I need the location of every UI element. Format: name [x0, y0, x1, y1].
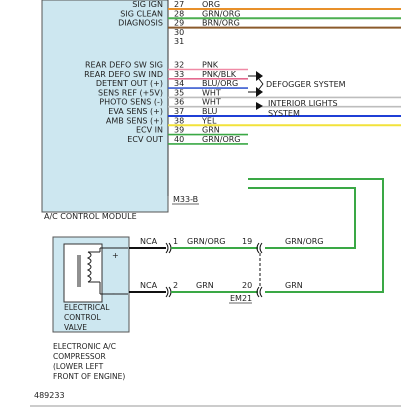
valve-label-1: ELECTRICAL	[64, 303, 110, 312]
module-pin-row: AMB SENS (+) 38 YEL	[106, 116, 401, 127]
pin-number: 40	[174, 135, 184, 144]
junction-connector-em21	[256, 242, 263, 298]
nca-label-1: NCA	[140, 237, 158, 246]
pin-function-label: PHOTO SENS (-)	[99, 98, 163, 107]
valve-plus-sign: +	[112, 251, 119, 260]
pin-number: 29	[174, 19, 184, 28]
compressor-name-3: (LOWER LEFT	[53, 362, 104, 371]
pin-function-label: SIG IGN	[132, 0, 163, 9]
pin-number: 30	[174, 28, 184, 37]
pin-function-label: AMB SENS (+)	[106, 116, 163, 125]
module-pin-row: 30	[174, 28, 184, 37]
compressor-pin-2: 2	[173, 281, 178, 290]
wire-color-label: GRN	[202, 126, 220, 135]
junction-wire-top: GRN/ORG	[285, 237, 324, 246]
wire-color-label: YEL	[201, 116, 217, 125]
wire-color-label: BLU/ORG	[202, 79, 238, 88]
pin-function-label: DIAGNOSIS	[118, 19, 163, 28]
wire-color-label: BRN/ORG	[202, 19, 240, 28]
compressor-pin-1: 1	[173, 237, 178, 246]
pin-number: 38	[174, 116, 184, 125]
interior-lights-label: INTERIOR LIGHTS	[268, 99, 338, 108]
module-pin-row: PHOTO SENS (-) 36 WHT	[99, 98, 401, 108]
wire-color-label: ORG	[202, 0, 220, 9]
valve-symbol	[63, 243, 103, 303]
module-pin-row: DIAGNOSIS 29 BRN/ORG	[118, 19, 401, 29]
pin-function-label: DETENT OUT (+)	[96, 79, 163, 88]
pin-number: 33	[174, 70, 184, 79]
connector-icon	[165, 242, 169, 254]
wire-color-label: WHT	[202, 88, 221, 97]
module-pin-row: DETENT OUT (+) 34 BLU/ORG	[96, 79, 248, 89]
arrow-icon	[256, 102, 263, 110]
nca-label-2: NCA	[140, 281, 158, 290]
wire-color-label: PNK/BLK	[202, 70, 237, 79]
valve-label-2: CONTROL	[64, 313, 101, 322]
module-pin-row: SIG IGN 27 ORG	[132, 0, 401, 10]
pin-number: 28	[174, 9, 184, 18]
control-module-name: A/C CONTROL MODULE	[44, 212, 137, 221]
compressor-name-2: COMPRESSOR	[53, 352, 106, 361]
module-pin-row: ECV OUT 40 GRN/ORG	[127, 135, 248, 145]
module-pin-row: SENS REF (+5V) 35 WHT	[98, 88, 401, 99]
pin-number: 39	[174, 126, 184, 135]
compressor-name-4: FRONT OF ENGINE)	[53, 372, 125, 381]
pin-number: 37	[174, 107, 184, 116]
pin-function-label: REAR DEFO SW SIG	[85, 61, 163, 70]
module-pin-row: 31	[174, 37, 184, 46]
pin-number: 34	[174, 79, 184, 88]
wire-grn	[248, 178, 384, 293]
wire-color-label: WHT	[202, 98, 221, 107]
connector-icon	[168, 286, 172, 298]
wire-color-label: PNK	[202, 61, 219, 70]
compressor-wire-1: GRN/ORG	[187, 237, 226, 246]
junction-name: EM21	[230, 294, 252, 303]
pin-number: 36	[174, 98, 184, 107]
module-pin-row: ECV IN 39 GRN	[136, 126, 248, 136]
wire-color-label: GRN/ORG	[202, 135, 241, 144]
valve-label-3: VALVE	[64, 323, 87, 332]
module-pin-row: EVA SENS (+) 37 BLU	[108, 107, 401, 117]
junction-pin-19: 19	[242, 237, 252, 246]
module-pin-rows: SIG IGN 27 ORG SIG CLEAN 28 GRN/ORG DIAGNOSIS 2…	[84, 0, 401, 145]
pin-function-label: SENS REF (+5V)	[98, 88, 163, 97]
interior-lights-label-2: SYSTEM	[268, 109, 300, 118]
diagram-canvas: A/C CONTROL MODULE M33-B SIG IGN 27 ORGSIG…	[30, 0, 401, 407]
pin-number: 35	[174, 88, 184, 97]
junction-pin-20: 20	[242, 281, 252, 290]
wire-color-label: BLU	[202, 107, 218, 116]
connector-icon	[168, 242, 172, 254]
module-pin-row: SIG CLEAN 28 GRN/ORG	[120, 9, 401, 20]
pin-function-label: ECV IN	[136, 126, 163, 135]
connector-icon	[165, 286, 169, 298]
wire-color-label: GRN/ORG	[202, 9, 241, 18]
pin-function-label: REAR DEFO SW IND	[84, 70, 163, 79]
compressor-name-1: ELECTRONIC A/C	[53, 342, 116, 351]
defogger-system-label: DEFOGGER SYSTEM	[266, 80, 346, 89]
junction-wire-bottom: GRN	[285, 281, 303, 290]
pin-number: 32	[174, 61, 184, 70]
figure-id: 489233	[34, 391, 65, 400]
module-connector-label: M33-B	[173, 195, 198, 204]
pin-function-label: ECV OUT	[127, 135, 163, 144]
compressor-wire-2: GRN	[196, 281, 214, 290]
pin-number: 27	[174, 0, 184, 9]
pin-function-label: EVA SENS (+)	[108, 107, 163, 116]
pin-function-label: SIG CLEAN	[120, 9, 163, 18]
wiring-diagram: A/C CONTROL MODULE M33-B SIG IGN 27 ORG SIG…	[0, 0, 401, 420]
pin-number: 31	[174, 37, 184, 46]
